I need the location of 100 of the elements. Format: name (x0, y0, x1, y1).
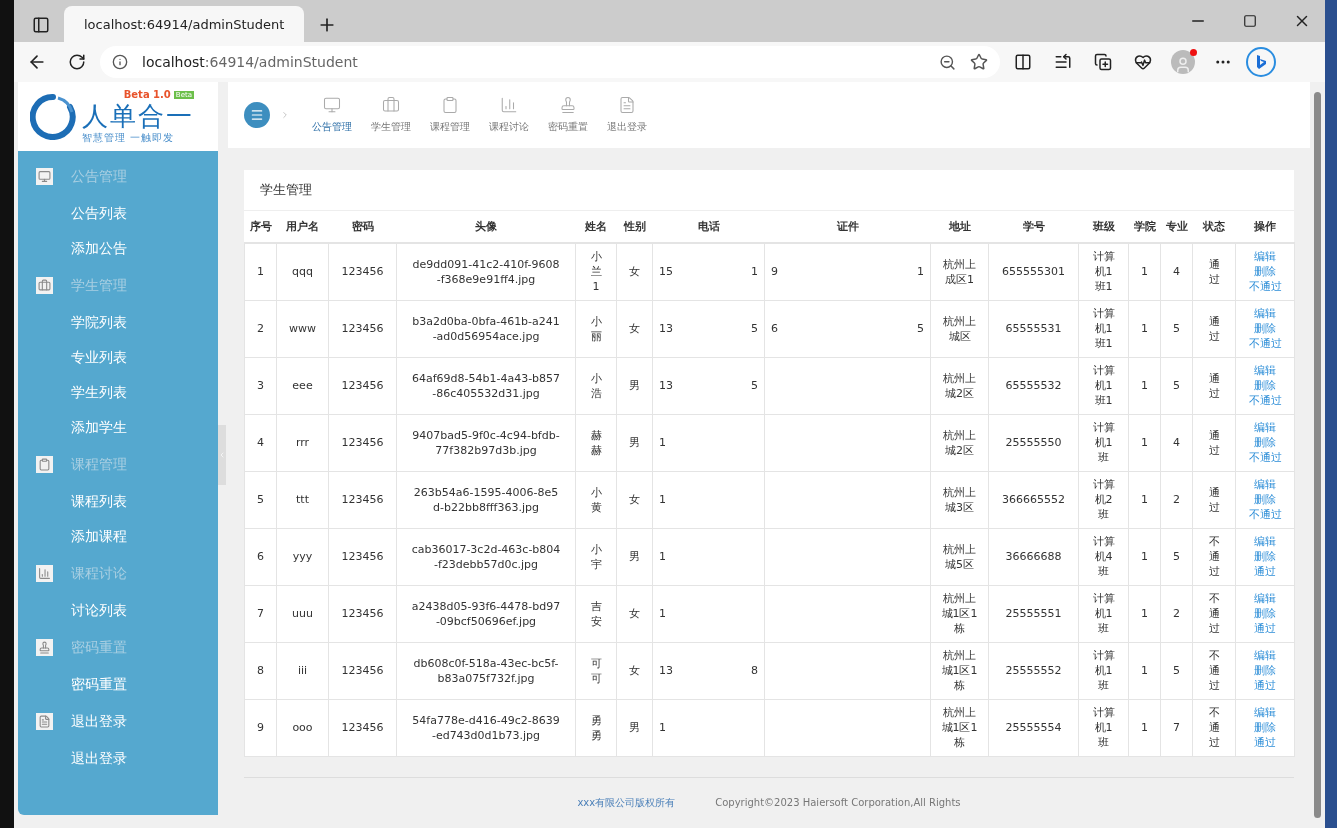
column-header: 学号 (988, 210, 1079, 243)
action-link[interactable]: 通过 (1238, 564, 1292, 580)
table-cell: 小兰1 (575, 242, 617, 301)
action-link[interactable]: 编辑 (1238, 705, 1292, 721)
table-cell: 123456 (328, 585, 397, 643)
column-header: 姓名 (575, 210, 617, 243)
action-link[interactable]: 编辑 (1238, 477, 1292, 493)
table-cell: 通过 (1192, 357, 1236, 415)
favorite-star-icon[interactable] (970, 53, 988, 71)
nav-tab[interactable]: 学生管理 (363, 95, 418, 134)
sidebar-item[interactable]: 公告列表 (18, 196, 218, 231)
action-link[interactable]: 编辑 (1238, 534, 1292, 550)
clipboard-icon (440, 95, 459, 114)
clipboard-icon (36, 456, 53, 473)
action-link[interactable]: 编辑 (1238, 420, 1292, 436)
panel-title: 学生管理 (244, 169, 1294, 211)
action-link[interactable]: 编辑 (1238, 306, 1292, 322)
action-link[interactable]: 编辑 (1238, 363, 1292, 379)
action-link[interactable]: 编辑 (1238, 648, 1292, 664)
table-cell: 1 (1128, 242, 1161, 301)
sidebar-item[interactable]: 添加公告 (18, 231, 218, 266)
sidebar-item[interactable]: 添加课程 (18, 519, 218, 554)
copyright-text: Copyright©2023 Haiersoft Corporation,All Rights (715, 797, 961, 809)
action-link[interactable]: 不通过 (1238, 507, 1292, 523)
nav-tab[interactable]: 课程讨论 (481, 95, 536, 134)
table-cell: 女 (616, 585, 653, 643)
column-header: 密码 (328, 210, 397, 243)
action-link[interactable]: 通过 (1238, 735, 1292, 751)
table-cell: 杭州上城1区1栋 (930, 642, 989, 700)
table-cell: 655555301 (988, 242, 1079, 301)
action-link[interactable]: 不通过 (1238, 393, 1292, 409)
table-cell: 1 (1128, 699, 1161, 757)
table-cell: 65555531 (988, 300, 1079, 358)
browser-tab[interactable]: localhost:64914/adminStudent (64, 6, 304, 42)
table-cell: 25555554 (988, 699, 1079, 757)
action-link[interactable]: 编辑 (1238, 591, 1292, 607)
table-cell: 女 (616, 242, 653, 301)
chat-assistant-icon[interactable] (1246, 47, 1276, 77)
action-link[interactable]: 通过 (1238, 621, 1292, 637)
sidebar-item[interactable]: 添加学生 (18, 410, 218, 445)
collapse-handle[interactable] (218, 425, 226, 485)
address-field[interactable]: localhost:64914/adminStudent (100, 46, 1000, 78)
table-cell: 123456 (328, 642, 397, 700)
sidebar-item[interactable]: 密码重置 (18, 667, 218, 702)
nav-tab[interactable]: 课程管理 (422, 95, 477, 134)
sidebar-item[interactable]: 讨论列表 (18, 593, 218, 628)
table-cell: 1 (1128, 300, 1161, 358)
action-link[interactable]: 删除 (1238, 492, 1292, 508)
action-link[interactable]: 编辑 (1238, 249, 1292, 265)
table-cell: 通过 (1192, 300, 1236, 358)
action-link[interactable]: 删除 (1238, 264, 1292, 280)
menu-icon[interactable] (244, 101, 270, 128)
table-cell: 7 (244, 585, 277, 643)
briefcase-icon (381, 95, 400, 114)
column-header: 头像 (396, 210, 576, 243)
nav-tab[interactable]: 退出登录 (599, 95, 654, 134)
action-link[interactable]: 删除 (1238, 606, 1292, 622)
table-cell: 7 (1160, 699, 1193, 757)
action-link[interactable]: 通过 (1238, 678, 1292, 694)
table-cell: 计算机1班 (1078, 699, 1129, 757)
table-cell: 6 (244, 528, 277, 586)
table-cell: 5 (1160, 300, 1193, 358)
phone-fragment: 5 (751, 322, 758, 336)
table-cell: 123456 (328, 471, 397, 529)
action-link[interactable]: 删除 (1238, 378, 1292, 394)
table-cell: de9dd091-41c2-410f-9608-f368e9e91ff4.jpg (396, 242, 576, 301)
profile-avatar[interactable] (1171, 50, 1195, 74)
logo-title: 人单合一 (82, 100, 194, 131)
table-cell: 不通过 (1192, 699, 1236, 757)
id-fragment: 9 (771, 265, 778, 279)
zoom-out-icon[interactable] (939, 53, 956, 71)
action-link[interactable]: 不通过 (1238, 450, 1292, 466)
sidebar-item[interactable]: 专业列表 (18, 340, 218, 375)
action-link[interactable]: 不通过 (1238, 336, 1292, 352)
table-cell: 计算机1班1 (1078, 300, 1129, 358)
table-cell: 小黄 (575, 471, 617, 529)
table-cell: 65555532 (988, 357, 1079, 415)
document-icon (617, 95, 636, 114)
sidebar-item[interactable]: 课程列表 (18, 484, 218, 519)
action-link[interactable]: 删除 (1238, 321, 1292, 337)
sidebar-item[interactable]: 学院列表 (18, 305, 218, 340)
phone-fragment: 13 (659, 664, 673, 678)
table-cell: 64af69d8-54b1-4a43-b857-86c405532d31.jpg (396, 357, 576, 415)
nav-tab[interactable]: 公告管理 (304, 95, 359, 134)
ring-logo-icon (30, 93, 76, 140)
table-cell: 通过 (1192, 471, 1236, 529)
nav-tab[interactable]: 密码重置 (540, 95, 595, 134)
sidebar-item[interactable]: 学生列表 (18, 375, 218, 410)
monitor-icon (322, 95, 341, 114)
action-link[interactable]: 删除 (1238, 663, 1292, 679)
table-cell: 1 (1128, 642, 1161, 700)
logo-slogan: 智慧管理 一触即发 (82, 130, 176, 145)
action-link[interactable]: 删除 (1238, 549, 1292, 565)
action-link[interactable]: 删除 (1238, 720, 1292, 736)
action-link[interactable]: 删除 (1238, 435, 1292, 451)
table-cell: 通过 (1192, 414, 1236, 472)
phone-fragment: 5 (751, 379, 758, 393)
sidebar-item[interactable]: 退出登录 (18, 741, 218, 776)
action-link[interactable]: 不通过 (1238, 279, 1292, 295)
menu-group-title[interactable]: 退出登录 (71, 712, 127, 731)
